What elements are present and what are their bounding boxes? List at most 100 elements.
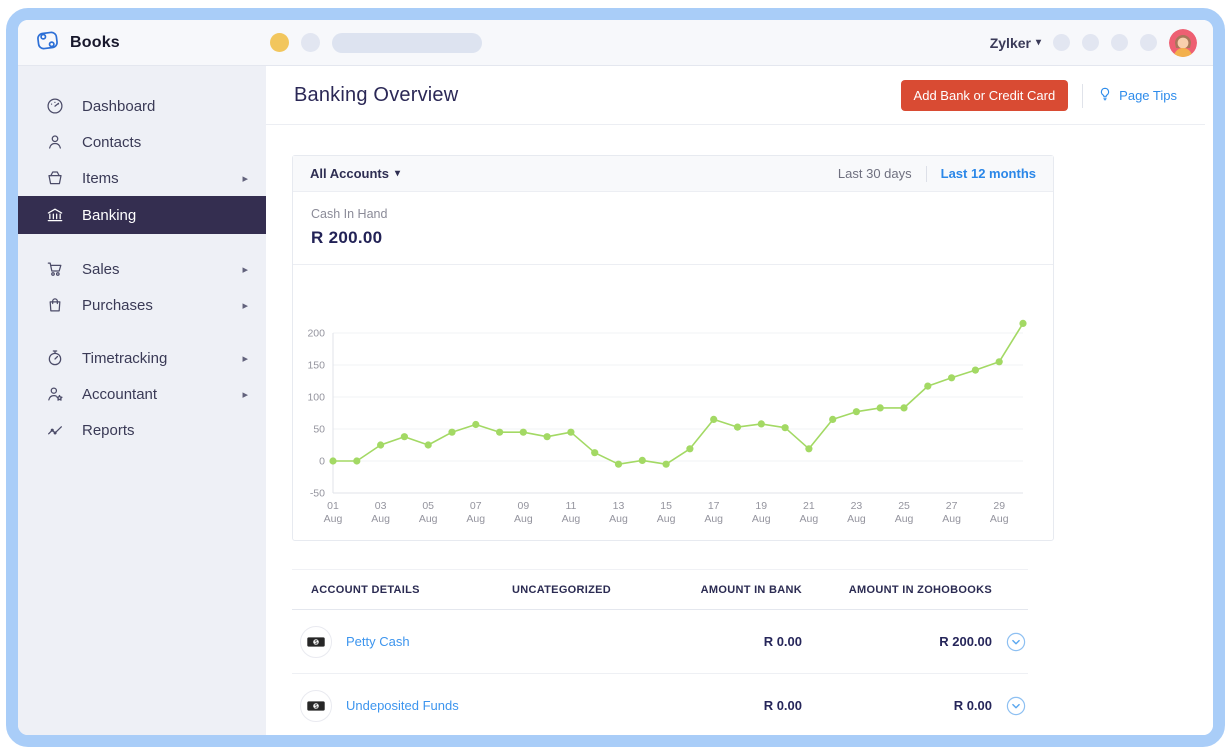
svg-text:Aug: Aug <box>942 513 961 525</box>
sidebar-item-contacts[interactable]: Contacts <box>18 124 266 160</box>
balance-chart: -50 0 50 100 150 200 01 Aug 03 Aug 05 Aug 07 Aug 09 Aug… <box>293 265 1053 540</box>
accounts-table: ACCOUNT DETAILS UNCATEGORIZED AMOUNT IN … <box>292 569 1028 735</box>
svg-text:29: 29 <box>993 500 1005 512</box>
sidebar-item-banking[interactable]: Banking <box>18 196 266 234</box>
account-cell: $ Undeposited Funds <box>292 689 512 722</box>
svg-text:Aug: Aug <box>800 513 819 525</box>
add-bank-button[interactable]: Add Bank or Credit Card <box>900 80 1069 111</box>
amount-in-bank: R 0.00 <box>763 634 802 649</box>
amount-in-zohobooks: R 0.00 <box>953 698 992 713</box>
svg-text:01: 01 <box>327 500 339 512</box>
sidebar-item-timetracking[interactable]: Timetracking ▸ <box>18 340 266 376</box>
svg-text:Aug: Aug <box>895 513 914 525</box>
brand-label: Books <box>70 33 120 51</box>
header-actions: Add Bank or Credit Card Page Tips <box>900 80 1177 111</box>
chevron-right-icon: ▸ <box>242 352 248 365</box>
topbar-icon-placeholder[interactable] <box>1053 34 1070 51</box>
amount-in-zohobooks: R 200.00 <box>939 634 992 649</box>
svg-text:200: 200 <box>307 328 325 340</box>
topbar-right: Zylker ▾ <box>990 28 1197 57</box>
accountant-icon <box>45 384 65 404</box>
table-body: $ Petty Cash R 0.00 R 200.00 $ Undeposited Fu… <box>292 610 1028 735</box>
accounts-dropdown[interactable]: All Accounts ▾ <box>310 166 400 181</box>
range-toggle: Last 30 days Last 12 months <box>838 165 1036 182</box>
page-tips-button[interactable]: Page Tips <box>1097 86 1177 105</box>
svg-text:Aug: Aug <box>752 513 771 525</box>
sidebar-item-label: Dashboard <box>82 97 156 115</box>
account-link[interactable]: Undeposited Funds <box>346 698 459 713</box>
svg-text:17: 17 <box>708 500 720 512</box>
cash-summary-value: R 200.00 <box>311 228 383 247</box>
page-header: Banking Overview Add Bank or Credit Card… <box>266 66 1205 125</box>
sidebar-item-sales[interactable]: Sales ▸ <box>18 251 266 287</box>
cash-icon: $ <box>300 625 332 658</box>
row-expand-button[interactable] <box>992 632 1028 652</box>
divider <box>925 165 927 182</box>
topbar-search-pill[interactable] <box>331 32 482 53</box>
books-logo-icon <box>34 27 61 59</box>
status-dot <box>269 33 289 52</box>
row-expand-button[interactable] <box>992 696 1028 716</box>
chevron-down-icon: ▾ <box>1035 37 1041 48</box>
org-dropdown[interactable]: Zylker ▾ <box>990 35 1041 51</box>
svg-text:0: 0 <box>319 456 325 468</box>
svg-text:07: 07 <box>470 500 482 512</box>
chevron-right-icon: ▸ <box>242 172 248 185</box>
topbar: Books Zylker ▾ <box>18 20 1213 66</box>
svg-text:03: 03 <box>375 500 387 512</box>
svg-text:25: 25 <box>898 500 910 512</box>
svg-text:-50: -50 <box>310 488 325 500</box>
svg-text:23: 23 <box>851 500 863 512</box>
table-header: ACCOUNT DETAILS UNCATEGORIZED AMOUNT IN … <box>292 569 1028 610</box>
topbar-icon-placeholder[interactable] <box>1111 34 1128 51</box>
sidebar-item-label: Sales <box>82 260 120 278</box>
sidebar-item-items[interactable]: Items ▸ <box>18 160 266 196</box>
svg-text:Aug: Aug <box>324 513 343 525</box>
svg-text:27: 27 <box>946 500 958 512</box>
svg-text:13: 13 <box>613 500 625 512</box>
accounts-dropdown-label: All Accounts <box>310 166 389 181</box>
svg-text:Aug: Aug <box>847 513 866 525</box>
range-option-last-30-days[interactable]: Last 30 days <box>838 166 912 181</box>
column-header: ACCOUNT DETAILS <box>311 583 420 596</box>
table-row: $ Undeposited Funds R 0.00 R 0.00 <box>292 674 1028 735</box>
svg-text:Aug: Aug <box>419 513 438 525</box>
sidebar-item-label: Accountant <box>82 385 158 403</box>
banking-icon <box>45 205 65 225</box>
svg-text:Aug: Aug <box>657 513 676 525</box>
table-row: $ Petty Cash R 0.00 R 200.00 <box>292 610 1028 674</box>
timetracking-icon <box>45 348 65 368</box>
svg-text:11: 11 <box>565 500 576 512</box>
svg-text:Aug: Aug <box>704 513 723 525</box>
app-window: Books Zylker ▾ Dashboard Contacts Items … <box>6 8 1225 747</box>
avatar[interactable] <box>1169 28 1197 57</box>
org-name: Zylker <box>989 34 1031 51</box>
topbar-icon-placeholder[interactable] <box>1140 34 1157 51</box>
column-header: UNCATEGORIZED <box>512 583 612 596</box>
topbar-center <box>269 32 482 53</box>
svg-text:$: $ <box>314 640 317 646</box>
nav-group: Dashboard Contacts Items ▸ Banking <box>18 88 266 234</box>
svg-text:$: $ <box>314 704 317 710</box>
sidebar-item-dashboard[interactable]: Dashboard <box>18 88 266 124</box>
sidebar-item-purchases[interactable]: Purchases ▸ <box>18 287 266 323</box>
cash-icon: $ <box>300 689 332 722</box>
sidebar-item-accountant[interactable]: Accountant ▸ <box>18 376 266 412</box>
chevron-right-icon: ▸ <box>242 388 248 401</box>
overview-card: All Accounts ▾ Last 30 days Last 12 month… <box>292 155 1054 541</box>
svg-text:150: 150 <box>307 360 325 372</box>
cash-line-chart: -5005010015020001Aug03Aug05Aug07Aug09Aug… <box>307 319 1027 525</box>
sidebar-item-label: Purchases <box>82 296 153 314</box>
svg-text:Aug: Aug <box>990 513 1009 525</box>
chevron-down-icon <box>1006 632 1026 652</box>
chevron-right-icon: ▸ <box>242 299 248 312</box>
reports-icon <box>45 420 65 440</box>
account-link[interactable]: Petty Cash <box>346 634 410 649</box>
sidebar-item-reports[interactable]: Reports <box>18 412 266 448</box>
topbar-icon-placeholder[interactable] <box>1082 34 1099 51</box>
sidebar-item-label: Contacts <box>82 133 142 151</box>
range-option-last-12-months[interactable]: Last 12 months <box>941 166 1036 181</box>
cash-summary-label: Cash In Hand <box>311 207 388 221</box>
sidebar-item-label: Reports <box>82 421 135 439</box>
chevron-right-icon: ▸ <box>242 263 248 276</box>
